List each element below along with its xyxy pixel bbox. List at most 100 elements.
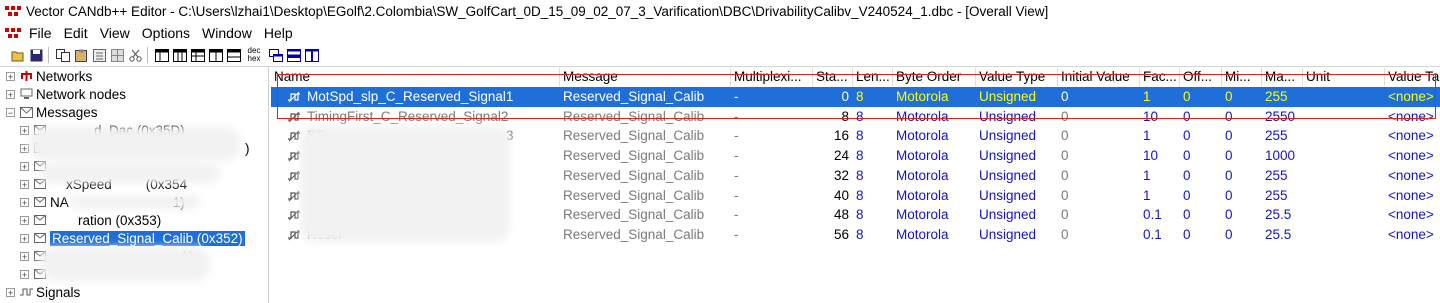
cell-init: 0: [1061, 226, 1069, 242]
expand-icon[interactable]: +: [20, 197, 29, 207]
table-row[interactable]: TimingFirst_C_Reserved_Signal2 Reserved_S…: [271, 107, 1440, 127]
view-d-icon[interactable]: [208, 47, 224, 63]
title-bar: Vector CANdb++ Editor - C:\Users\lzhai1\…: [0, 0, 1440, 22]
menu-window[interactable]: Window: [196, 22, 258, 44]
tree-label-messages: Messages: [36, 104, 98, 120]
tree-item-signals[interactable]: + Signals: [0, 283, 80, 301]
overall-view-tree[interactable]: + Networks + Network nodes − Messages + …: [0, 67, 269, 303]
cascade-icon[interactable]: [268, 47, 284, 63]
cell-factor: 10: [1143, 108, 1159, 124]
column-header-unit[interactable]: Unit: [1303, 68, 1385, 86]
cell-init: 0: [1061, 167, 1069, 183]
cell-mux: -: [734, 148, 739, 164]
expand-icon[interactable]: +: [20, 233, 29, 243]
cell-unit: [1303, 126, 1385, 145]
table-row-selected[interactable]: MotSpd_slp_C_Reserved_Signal1 Reserved_Si…: [271, 87, 1440, 107]
cell-vtable: <none>: [1388, 148, 1434, 164]
cell-order: Motorola: [896, 187, 949, 203]
properties-icon[interactable]: [91, 47, 107, 63]
column-header-factor[interactable]: Fac...: [1140, 68, 1180, 86]
expand-icon[interactable]: +: [6, 287, 15, 297]
save-icon[interactable]: [28, 47, 44, 63]
expand-icon[interactable]: +: [20, 143, 29, 153]
cell-min: 0: [1225, 148, 1233, 164]
expand-icon[interactable]: +: [20, 215, 29, 225]
cell-len: 8: [856, 128, 864, 144]
expand-icon[interactable]: +: [6, 89, 15, 99]
menu-options[interactable]: Options: [136, 22, 196, 44]
cell-min: 0: [1225, 167, 1233, 183]
signals-icon: [19, 286, 33, 298]
networks-icon: [19, 70, 33, 82]
expand-icon[interactable]: +: [20, 179, 29, 189]
cut-icon[interactable]: [127, 47, 143, 63]
cell-offset: 0: [1183, 89, 1191, 104]
cell-offset: 0: [1183, 167, 1191, 183]
cell-offset: 0: [1183, 226, 1191, 242]
column-header-maximum[interactable]: Ma...: [1262, 68, 1303, 86]
expand-icon[interactable]: +: [20, 269, 29, 279]
cell-vtype: Unsigned: [979, 226, 1037, 242]
menu-file[interactable]: File: [23, 22, 58, 44]
grid-icon[interactable]: [109, 47, 125, 63]
tree-item-messages[interactable]: − Messages: [0, 103, 98, 121]
cell-len: 8: [856, 167, 864, 183]
cell-factor: 0.1: [1143, 207, 1162, 223]
column-header-name[interactable]: Name: [271, 68, 560, 86]
column-header-length[interactable]: Len...: [853, 68, 893, 86]
copy-icon[interactable]: [55, 47, 71, 63]
tree-item-reserved-signal-calib[interactable]: + Reserved_Signal_Calib (0x352): [0, 229, 245, 247]
expand-icon[interactable]: +: [6, 71, 15, 81]
column-header-value-type[interactable]: Value Type: [976, 68, 1058, 86]
cell-vtable: <none>: [1388, 89, 1434, 104]
dec-hex-toggle[interactable]: dec hex: [246, 47, 262, 63]
column-header-offset[interactable]: Off...: [1180, 68, 1222, 86]
column-header-minimum[interactable]: Mi...: [1222, 68, 1262, 86]
cell-start: 0: [841, 89, 849, 104]
cell-message: Reserved_Signal_Calib: [563, 187, 705, 203]
column-header-byte-order[interactable]: Byte Order: [893, 68, 976, 86]
candb-menu-icon[interactable]: [5, 26, 21, 40]
column-header-startbit[interactable]: Sta...: [813, 68, 853, 86]
menu-help[interactable]: Help: [258, 22, 299, 44]
tree-item-message[interactable]: + ration (0x353): [0, 211, 161, 229]
view-b-icon[interactable]: [172, 47, 188, 63]
tree-item-network-nodes[interactable]: + Network nodes: [0, 85, 126, 103]
signal-icon: [288, 131, 300, 142]
view-c-icon[interactable]: [190, 47, 206, 63]
redaction-blur: [70, 195, 200, 209]
tree-label-network-nodes: Network nodes: [36, 86, 127, 102]
cell-offset: 0: [1183, 187, 1191, 203]
menu-edit[interactable]: Edit: [58, 22, 94, 44]
collapse-icon[interactable]: −: [6, 107, 15, 117]
column-header-message[interactable]: Message: [560, 68, 731, 86]
cell-start: 48: [833, 207, 849, 223]
view-a-icon[interactable]: [154, 47, 170, 63]
view-e-icon[interactable]: [226, 47, 242, 63]
cell-message: Reserved_Signal_Calib: [563, 108, 705, 124]
tree-item-networks[interactable]: + Networks: [0, 67, 92, 85]
expand-icon[interactable]: +: [20, 161, 29, 171]
cell-mux: -: [734, 108, 739, 124]
tile-horizontal-icon[interactable]: [286, 47, 302, 63]
cell-order: Motorola: [896, 128, 949, 144]
expand-icon[interactable]: +: [20, 125, 29, 135]
tree-label-message: NA: [50, 194, 69, 210]
cell-init: 0: [1061, 89, 1069, 104]
signal-icon: [288, 111, 300, 123]
cell-unit: [1303, 107, 1385, 126]
column-header-initial-value[interactable]: Initial Value: [1058, 68, 1140, 86]
cell-init: 0: [1061, 148, 1069, 164]
paste-icon[interactable]: [73, 47, 89, 63]
column-header-multiplexing[interactable]: Multiplexi...: [731, 68, 813, 86]
cell-max: 2550: [1265, 108, 1296, 124]
cell-offset: 0: [1183, 128, 1191, 144]
redaction-blur: [30, 127, 240, 161]
tile-vertical-icon[interactable]: [304, 47, 320, 63]
expand-icon[interactable]: +: [20, 251, 29, 261]
column-header-value-table[interactable]: Value Ta: [1385, 68, 1440, 86]
menu-view[interactable]: View: [94, 22, 136, 44]
open-icon[interactable]: [10, 47, 26, 63]
cell-vtable: <none>: [1388, 207, 1434, 223]
message-icon: [33, 232, 47, 244]
